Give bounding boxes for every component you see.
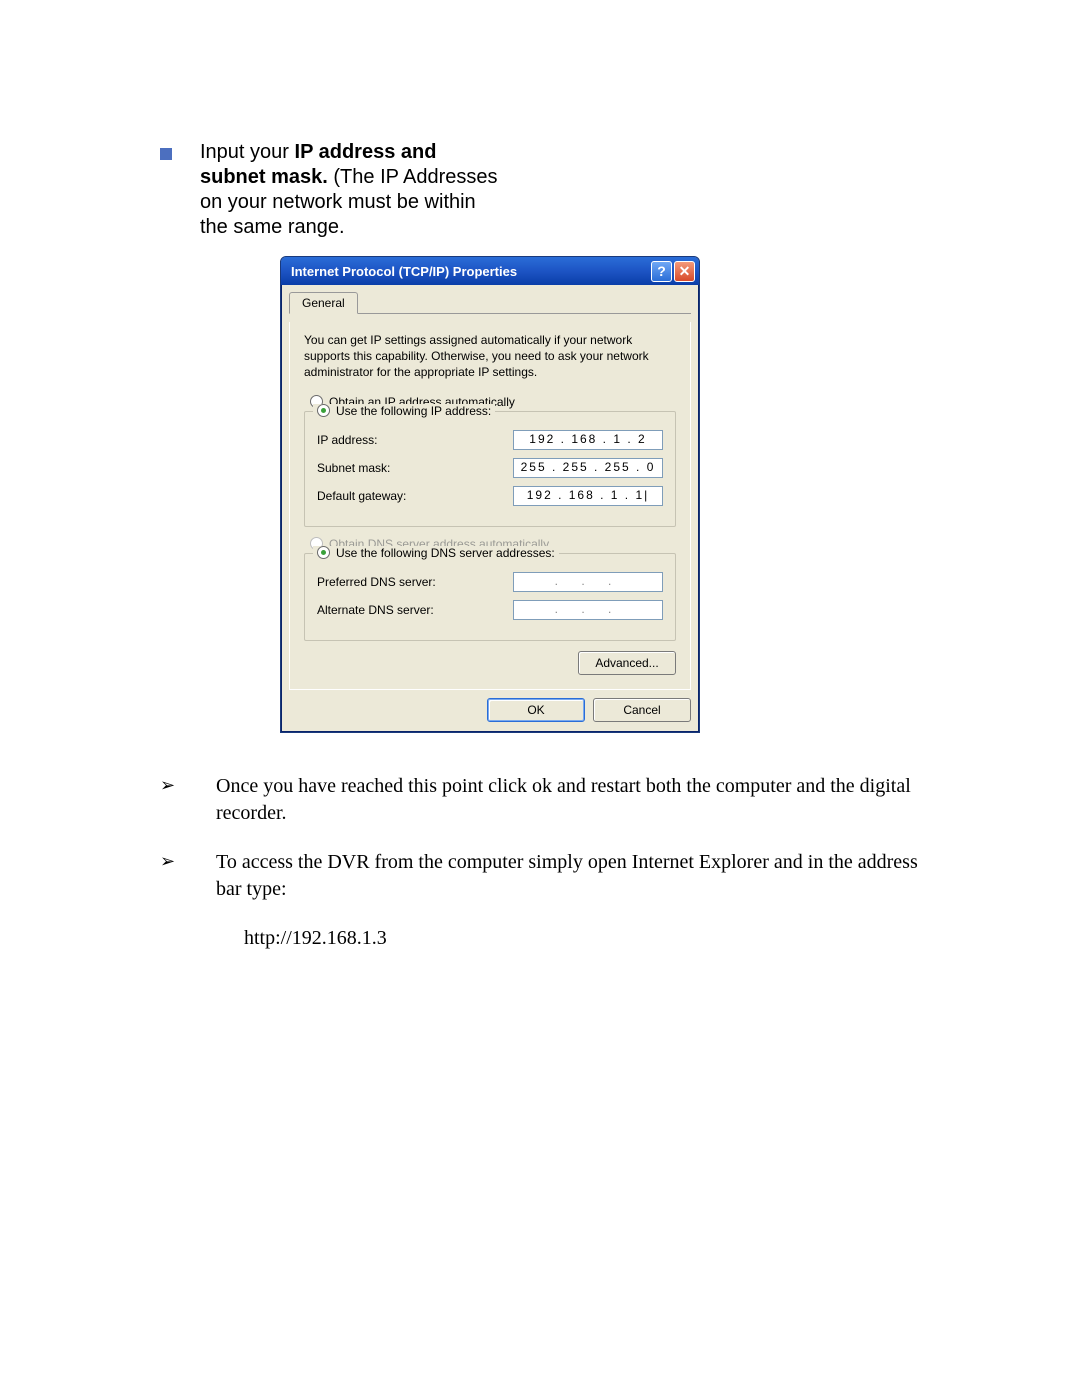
ip-fieldset: Use the following IP address: IP address…: [304, 411, 676, 527]
dialog-titlebar: Internet Protocol (TCP/IP) Properties ? …: [281, 257, 699, 285]
step-prefix: Input your: [200, 141, 295, 163]
arrow-bullet-icon: ➢: [160, 849, 216, 873]
tab-general[interactable]: General: [289, 292, 358, 314]
subnet-mask-input[interactable]: 255 . 255 . 255 . 0: [513, 458, 663, 478]
doc-step-bullet: Input your IP address and subnet mask. (…: [160, 140, 940, 240]
cancel-button[interactable]: Cancel: [593, 698, 691, 722]
tab-row: General: [289, 291, 691, 314]
square-bullet-icon: [160, 148, 172, 160]
dialog-title: Internet Protocol (TCP/IP) Properties: [291, 264, 649, 279]
radio-icon-selected: [317, 404, 330, 417]
tcpip-properties-dialog: Internet Protocol (TCP/IP) Properties ? …: [280, 256, 700, 733]
radio-icon-selected: [317, 546, 330, 559]
close-icon: ✕: [679, 263, 691, 280]
help-button[interactable]: ?: [651, 261, 672, 282]
instruction-2-text: To access the DVR from the computer simp…: [216, 849, 940, 903]
radio-use-dns[interactable]: Use the following DNS server addresses:: [313, 546, 559, 560]
ip-address-label: IP address:: [317, 433, 377, 447]
instruction-item-1: ➢ Once you have reached this point click…: [160, 773, 940, 827]
advanced-button[interactable]: Advanced...: [578, 651, 676, 675]
instruction-1-text: Once you have reached this point click o…: [216, 773, 940, 827]
subnet-mask-label: Subnet mask:: [317, 461, 390, 475]
ok-button[interactable]: OK: [487, 698, 585, 722]
radio-use-ip[interactable]: Use the following IP address:: [313, 404, 495, 418]
radio-use-dns-label: Use the following DNS server addresses:: [336, 546, 555, 560]
default-gateway-input[interactable]: 192 . 168 . 1 . 1|: [513, 486, 663, 506]
dns-fieldset: Use the following DNS server addresses: …: [304, 553, 676, 641]
help-icon: ?: [657, 263, 666, 279]
preferred-dns-label: Preferred DNS server:: [317, 575, 436, 589]
instruction-item-2: ➢ To access the DVR from the computer si…: [160, 849, 940, 903]
doc-step-text: Input your IP address and subnet mask. (…: [200, 140, 500, 240]
arrow-bullet-icon: ➢: [160, 773, 216, 797]
preferred-dns-input[interactable]: . . .: [513, 572, 663, 592]
close-button[interactable]: ✕: [674, 261, 695, 282]
dvr-address-text: http://192.168.1.3: [244, 925, 940, 952]
ip-address-input[interactable]: 192 . 168 . 1 . 2: [513, 430, 663, 450]
default-gateway-label: Default gateway:: [317, 489, 406, 503]
alternate-dns-input[interactable]: . . .: [513, 600, 663, 620]
alternate-dns-label: Alternate DNS server:: [317, 603, 434, 617]
explain-text: You can get IP settings assigned automat…: [304, 332, 676, 381]
radio-use-ip-label: Use the following IP address:: [336, 404, 491, 418]
